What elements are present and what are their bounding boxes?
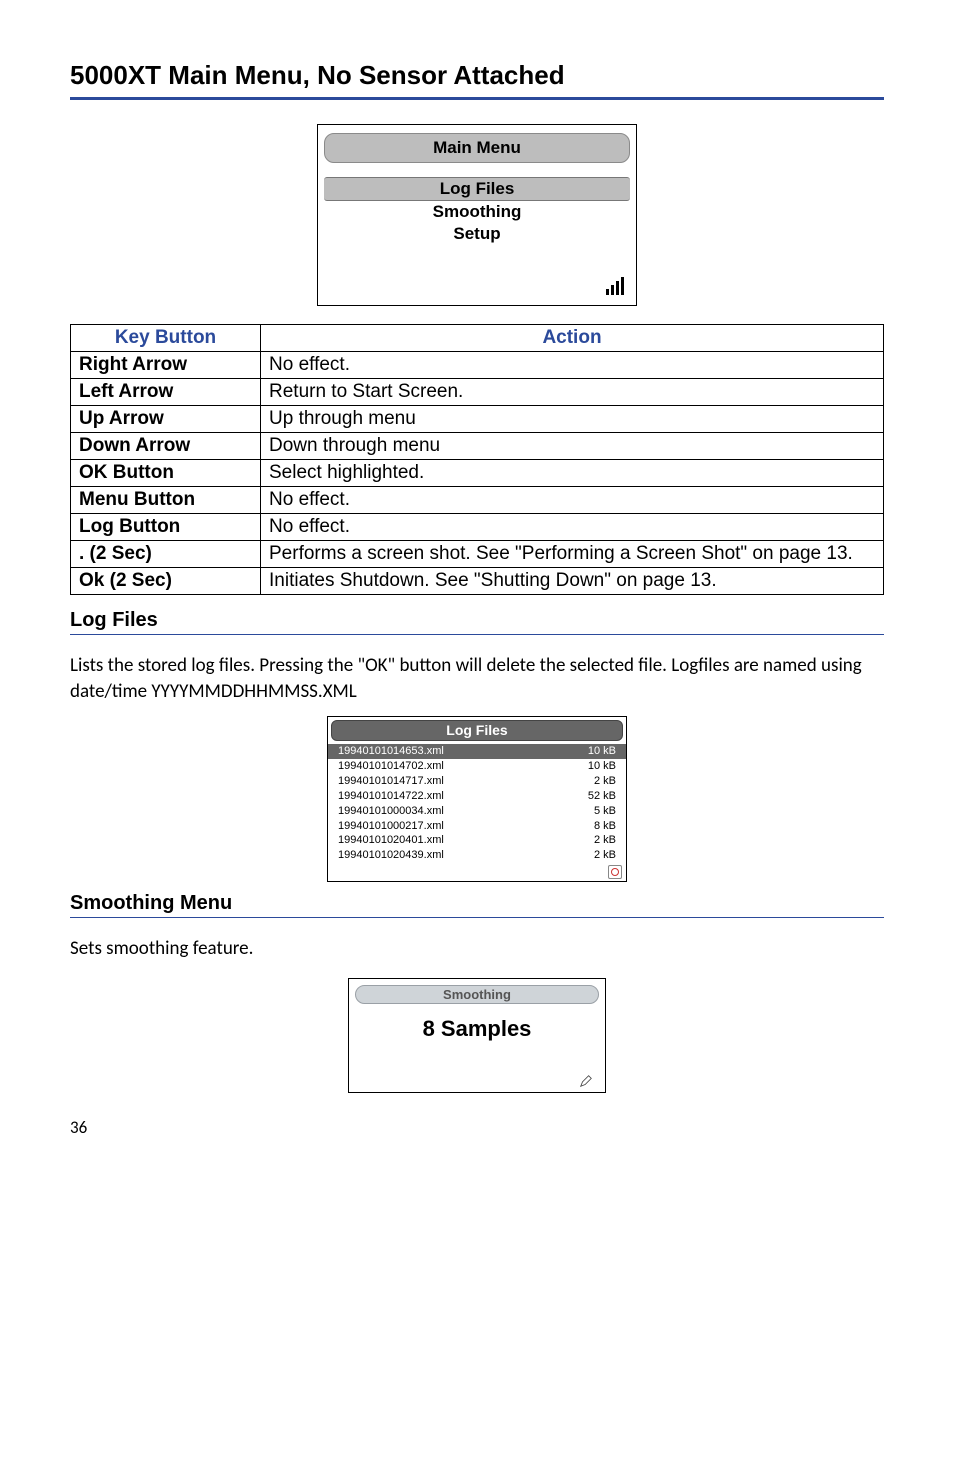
action-cell: No effect. bbox=[261, 352, 884, 379]
smoothing-device-header: Smoothing bbox=[355, 985, 599, 1004]
log-size: 2 kB bbox=[594, 774, 616, 789]
key-action-table: Key Button Action Right Arrow No effect.… bbox=[70, 324, 884, 595]
log-size: 2 kB bbox=[594, 833, 616, 848]
key-cell: OK Button bbox=[71, 460, 261, 487]
log-row: 19940101014702.xml 10 kB bbox=[328, 759, 626, 774]
log-size: 8 kB bbox=[594, 819, 616, 834]
table-row: Right Arrow No effect. bbox=[71, 352, 884, 379]
main-menu-item-log-files: Log Files bbox=[324, 177, 630, 201]
key-cell: Menu Button bbox=[71, 487, 261, 514]
signal-icon bbox=[606, 277, 624, 295]
smoothing-rule bbox=[70, 917, 884, 918]
key-cell: Log Button bbox=[71, 514, 261, 541]
key-cell: Ok (2 Sec) bbox=[71, 568, 261, 595]
log-size: 10 kB bbox=[588, 744, 616, 759]
log-name: 19940101000034.xml bbox=[338, 804, 444, 819]
log-row: 19940101014722.xml 52 kB bbox=[328, 789, 626, 804]
action-cell: No effect. bbox=[261, 487, 884, 514]
main-menu-device: Main Menu Log Files Smoothing Setup bbox=[317, 124, 637, 306]
log-row: 19940101014653.xml 10 kB bbox=[328, 744, 626, 759]
action-cell: Up through menu bbox=[261, 406, 884, 433]
log-size: 2 kB bbox=[594, 848, 616, 863]
action-cell: No effect. bbox=[261, 514, 884, 541]
main-menu-header: Main Menu bbox=[324, 133, 630, 163]
smoothing-device: Smoothing 8 Samples bbox=[348, 978, 606, 1093]
smoothing-heading: Smoothing Menu bbox=[70, 892, 884, 915]
key-cell: Up Arrow bbox=[71, 406, 261, 433]
log-name: 19940101020439.xml bbox=[338, 848, 444, 863]
key-cell: Right Arrow bbox=[71, 352, 261, 379]
table-row: Log Button No effect. bbox=[71, 514, 884, 541]
table-header-action: Action bbox=[261, 325, 884, 352]
key-cell: . (2 Sec) bbox=[71, 541, 261, 568]
log-name: 19940101014717.xml bbox=[338, 774, 444, 789]
action-cell: Initiates Shutdown. See "Shutting Down" … bbox=[261, 568, 884, 595]
log-row: 19940101000217.xml 8 kB bbox=[328, 819, 626, 834]
table-row: OK Button Select highlighted. bbox=[71, 460, 884, 487]
smoothing-body: Sets smoothing feature. bbox=[70, 936, 884, 962]
key-cell: Left Arrow bbox=[71, 379, 261, 406]
page-title: 5000XT Main Menu, No Sensor Attached bbox=[70, 60, 884, 91]
main-menu-item-setup: Setup bbox=[324, 223, 630, 245]
log-name: 19940101020401.xml bbox=[338, 833, 444, 848]
log-size: 52 kB bbox=[588, 789, 616, 804]
log-files-rule bbox=[70, 634, 884, 635]
edit-icon bbox=[579, 1074, 593, 1088]
title-rule bbox=[70, 97, 884, 100]
table-header-key: Key Button bbox=[71, 325, 261, 352]
key-cell: Down Arrow bbox=[71, 433, 261, 460]
log-name: 19940101014653.xml bbox=[338, 744, 444, 759]
table-row: Left Arrow Return to Start Screen. bbox=[71, 379, 884, 406]
log-row: 19940101020439.xml 2 kB bbox=[328, 848, 626, 863]
log-row: 19940101000034.xml 5 kB bbox=[328, 804, 626, 819]
storage-icon bbox=[608, 865, 622, 879]
smoothing-value: 8 Samples bbox=[355, 1012, 599, 1066]
page-number: 36 bbox=[70, 1117, 884, 1138]
table-row: . (2 Sec) Performs a screen shot. See "P… bbox=[71, 541, 884, 568]
log-size: 5 kB bbox=[594, 804, 616, 819]
log-files-heading: Log Files bbox=[70, 609, 884, 632]
main-menu-item-smoothing: Smoothing bbox=[324, 201, 630, 223]
table-row: Down Arrow Down through menu bbox=[71, 433, 884, 460]
log-row: 19940101020401.xml 2 kB bbox=[328, 833, 626, 848]
table-row: Up Arrow Up through menu bbox=[71, 406, 884, 433]
log-files-body: Lists the stored log files. Pressing the… bbox=[70, 653, 884, 704]
log-name: 19940101014722.xml bbox=[338, 789, 444, 804]
action-cell: Return to Start Screen. bbox=[261, 379, 884, 406]
log-name: 19940101000217.xml bbox=[338, 819, 444, 834]
action-cell: Select highlighted. bbox=[261, 460, 884, 487]
action-cell: Performs a screen shot. See "Performing … bbox=[261, 541, 884, 568]
action-cell: Down through menu bbox=[261, 433, 884, 460]
table-row: Menu Button No effect. bbox=[71, 487, 884, 514]
log-row: 19940101014717.xml 2 kB bbox=[328, 774, 626, 789]
log-files-device: Log Files 19940101014653.xml 10 kB 19940… bbox=[327, 716, 627, 882]
log-name: 19940101014702.xml bbox=[338, 759, 444, 774]
log-files-device-header: Log Files bbox=[331, 720, 623, 741]
log-size: 10 kB bbox=[588, 759, 616, 774]
table-row: Ok (2 Sec) Initiates Shutdown. See "Shut… bbox=[71, 568, 884, 595]
